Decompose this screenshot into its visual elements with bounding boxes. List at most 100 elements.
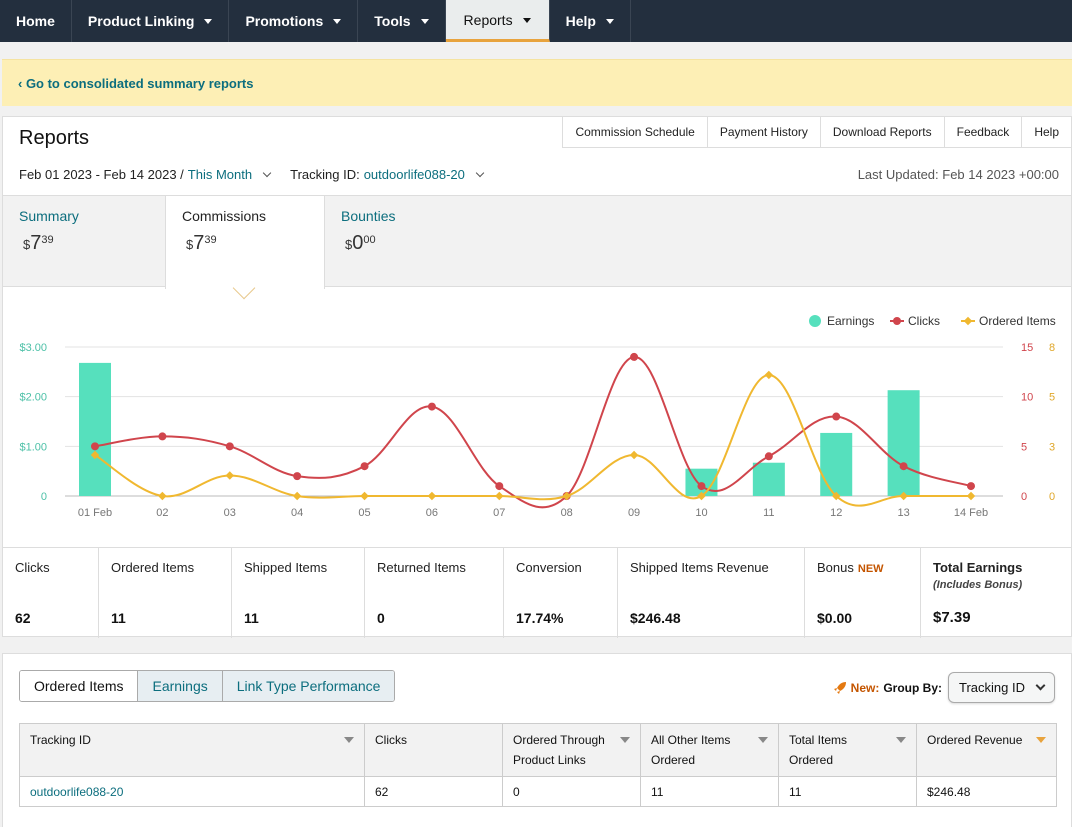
metric-bonus-label: Bonus NEW [817,560,884,575]
ordered-items-table: Tracking ID Clicks Ordered Through Produ… [19,723,1057,807]
clicks-point [427,402,436,411]
consolidated-summary-link[interactable]: ‹ Go to consolidated summary reports [18,76,254,91]
x-axis-tick: 06 [426,507,438,519]
col-ordered-through-links[interactable]: Ordered Through Product Links [502,723,641,777]
col-ordered-revenue[interactable]: Ordered Revenue [916,723,1057,777]
nav-promotions[interactable]: Promotions [229,0,359,42]
left-axis-tick: $2.00 [19,392,47,404]
right-axis-tick: 8 [1049,342,1055,354]
caret-down-icon [333,19,342,24]
col-clicks[interactable]: Clicks [364,723,503,777]
nav-help[interactable]: Help [550,0,631,42]
download-reports-link[interactable]: Download Reports [821,117,945,147]
metric-clicks: Clicks 62 [3,548,99,638]
clicks-point [293,472,302,481]
ordered-items-point [158,491,167,501]
tracking-id-dropdown[interactable]: outdoorlife088-20 [364,167,465,182]
reports-card: Reports Commission Schedule Payment Hist… [2,116,1072,638]
date-range: Feb 01 2023 - Feb 14 2023 / [19,167,184,182]
page-title: Reports [19,127,90,149]
col-total-items[interactable]: Total Items Ordered [778,723,917,777]
tab-commissions-amount: $739 [186,232,217,254]
commission-schedule-link[interactable]: Commission Schedule [563,117,708,147]
tab-link-type-performance[interactable]: Link Type Performance [221,671,395,701]
right-axis-tick: 15 [1021,342,1033,354]
col-tracking-id[interactable]: Tracking ID [19,723,365,777]
x-axis-tick: 08 [561,507,573,519]
clicks-point [91,442,99,451]
tab-commissions[interactable]: Commissions $739 [165,196,325,289]
clicks-point [764,452,773,461]
metric-clicks-label: Clicks [15,560,50,575]
clicks-point [495,482,504,491]
cell-tracking-id[interactable]: outdoorlife088-20 [19,776,365,807]
ordered-items-point [764,370,774,380]
clicks-point [832,412,841,421]
earnings-bar [820,432,853,496]
x-axis-tick: 10 [695,507,707,519]
metric-shipped-items: Shipped Items 11 [232,548,365,638]
feedback-link[interactable]: Feedback [945,117,1023,147]
metric-total-earnings: Total Earnings (Includes Bonus) $7.39 [921,548,1071,638]
legend-marker [963,316,973,326]
nav-home[interactable]: Home [0,0,72,42]
tab-summary[interactable]: Summary $739 [3,196,165,288]
tab-earnings[interactable]: Earnings [137,671,222,701]
new-badge: NEW [857,563,884,575]
tab-ordered-items[interactable]: Ordered Items [20,671,138,701]
nav-promotions-label: Promotions [245,13,324,29]
legend-marker [893,317,901,325]
cell-clicks: 62 [364,776,503,807]
chevron-down-icon [475,168,485,178]
detail-tabs: Ordered Items Earnings Link Type Perform… [19,670,396,702]
nav-home-label: Home [16,13,55,29]
right-axis-tick: 3 [1049,441,1055,453]
ordered-items-point [495,491,504,501]
earnings-bar [887,390,920,496]
help-link[interactable]: Help [1022,117,1071,147]
metric-bonus: Bonus NEW $0.00 [805,548,921,638]
caret-down-icon [522,17,531,23]
left-axis-tick: $3.00 [19,342,47,354]
clicks-point [225,442,234,451]
report-links: Commission Schedule Payment History Down… [562,117,1071,148]
group-by-label: Group By: [883,680,943,695]
sort-icon [758,737,768,743]
metric-shipped-revenue-label: Shipped Items Revenue [630,560,769,575]
metric-ordered-items: Ordered Items 11 [99,548,232,638]
metric-clicks-value: 62 [15,610,31,626]
chevron-down-icon [262,168,272,178]
col-all-other-items[interactable]: All Other Items Ordered [640,723,779,777]
group-by-select[interactable]: Tracking ID [948,672,1055,703]
tab-summary-label: Summary [19,208,79,224]
metric-conversion-value: 17.74% [516,610,564,626]
left-axis-tick: 0 [41,491,47,503]
clicks-point [697,482,706,491]
metric-shipped-items-value: 11 [244,610,259,626]
nav-product-linking[interactable]: Product Linking [72,0,230,42]
legend-label: Earnings [827,314,874,328]
nav-reports[interactable]: Reports [445,0,550,42]
metric-total-earnings-value: $7.39 [933,609,971,626]
date-filter-row: Feb 01 2023 - Feb 14 2023 / This Month T… [19,167,489,182]
ordered-items-point [966,491,976,501]
cell-total-items: 11 [778,776,917,807]
x-axis-tick: 13 [897,507,909,519]
cell-ordered-through-links: 0 [502,776,641,807]
payment-history-link[interactable]: Payment History [708,117,821,147]
legend-label: Clicks [908,314,940,328]
nav-tools[interactable]: Tools [358,0,446,42]
nav-tools-label: Tools [374,13,411,29]
x-axis-tick: 02 [156,507,168,519]
period-dropdown[interactable]: This Month [188,167,252,182]
legend-marker [809,315,821,327]
tab-commissions-label: Commissions [182,208,267,224]
tracking-label: Tracking ID: [290,167,360,182]
earnings-bar [752,462,785,496]
right-axis-tick: 10 [1021,392,1033,404]
last-updated: Last Updated: Feb 14 2023 +00:00 [857,167,1059,182]
tab-bounties[interactable]: Bounties $000 [325,196,485,288]
ordered-items-point [427,491,437,501]
ordered-items-point [225,471,235,480]
sort-desc-icon [1036,737,1046,743]
